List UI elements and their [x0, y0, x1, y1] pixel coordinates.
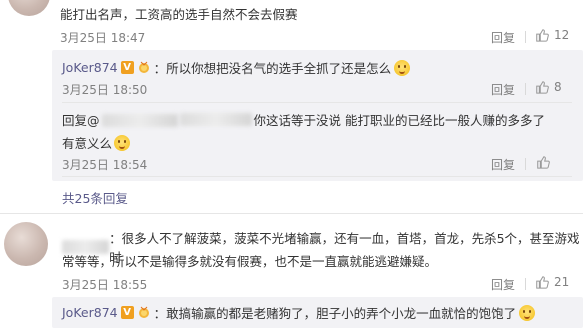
reply-button[interactable]: 回复: [491, 29, 515, 46]
thumbs-up-icon: [536, 81, 549, 94]
medal-icon: [138, 61, 149, 73]
comment-time: 3月25日 18:55: [62, 278, 148, 292]
reply-author[interactable]: JoKer874: [62, 305, 118, 320]
mention-link[interactable]: [101, 113, 178, 127]
comment-time: 3月25日 18:47: [60, 31, 146, 45]
medal-icon: [138, 306, 149, 318]
like-button[interactable]: 8: [535, 80, 562, 94]
reply-mention-prefix: 回复@: [62, 113, 100, 128]
thumbs-up-icon: [536, 276, 549, 289]
divider: [62, 102, 572, 103]
blurred-username: [179, 113, 252, 126]
separator: [525, 31, 526, 43]
grin-emoji-icon: [519, 304, 536, 321]
reply-item: JoKer874 V ：敢搞输赢的都是老赌狗了，胆子小的弄个小龙一血就恰的饱饱了: [62, 303, 536, 322]
reply-author[interactable]: JoKer874: [62, 60, 118, 75]
like-button[interactable]: 12: [535, 28, 569, 42]
reply-time: 3月25日 18:54: [62, 158, 148, 172]
avatar[interactable]: [8, 0, 50, 16]
like-count: 8: [554, 80, 562, 94]
blurred-username: [101, 113, 178, 127]
reply-button[interactable]: 回复: [491, 156, 515, 173]
v-badge-icon: V: [120, 306, 134, 319]
reply-button[interactable]: 回复: [491, 81, 515, 98]
like-button[interactable]: 21: [535, 275, 569, 289]
separator: [525, 83, 526, 95]
more-replies-link[interactable]: 共25条回复: [62, 188, 128, 207]
reply-text: 有意义么: [62, 136, 113, 151]
comment-divider: [0, 213, 583, 214]
like-count: 12: [554, 28, 570, 42]
thumbs-up-icon: [536, 29, 549, 42]
reply-text-line2: 有意义么: [62, 133, 131, 152]
grin-emoji-icon: [394, 59, 411, 76]
reply-text: ：敢搞输赢的都是老赌狗了，胆子小的弄个小龙一血就恰的饱饱了: [153, 306, 517, 321]
grin-emoji-icon: [114, 134, 131, 151]
separator: [525, 158, 526, 170]
thumbs-up-icon[interactable]: [536, 155, 550, 169]
avatar[interactable]: [4, 222, 48, 266]
like-count: 21: [554, 275, 570, 289]
reply-time: 3月25日 18:50: [62, 83, 148, 97]
reply-text: ：所以你想把没名气的选手全抓了还是怎么: [153, 61, 392, 76]
reply-text: 你这话等于没说 能打职业的已经比一般人赚的多多了: [253, 113, 545, 128]
divider: [62, 176, 572, 177]
reply-button[interactable]: 回复: [491, 276, 515, 293]
reply-item: 回复@ 你这话等于没说 能打职业的已经比一般人赚的多多了: [62, 110, 545, 129]
separator: [525, 278, 526, 290]
v-badge-icon: V: [120, 61, 134, 74]
comment-text: 能打出名声，工资高的选手自然不会去假赛: [60, 7, 298, 22]
reply-item: JoKer874 V ：所以你想把没名气的选手全抓了还是怎么: [62, 58, 411, 77]
comment-text: 常等等，所以不是输得多就没有假赛，也不是一直赢就能逃避嫌疑。: [62, 254, 438, 269]
